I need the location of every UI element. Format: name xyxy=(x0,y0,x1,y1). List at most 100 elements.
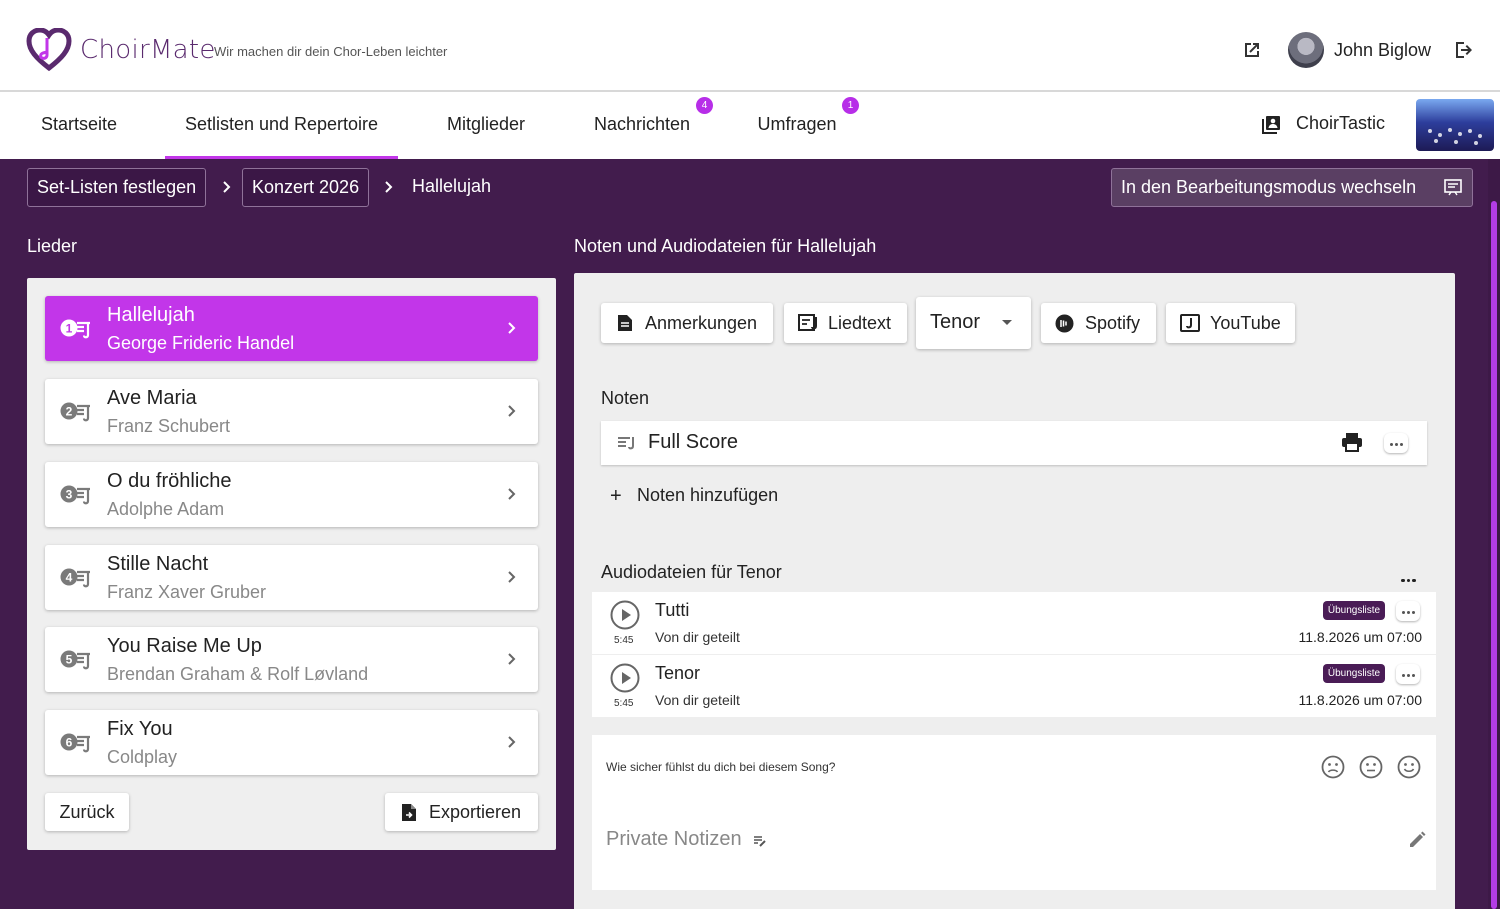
score-item[interactable]: Full Score xyxy=(601,421,1427,465)
lyrics-button[interactable]: Liedtext xyxy=(784,303,907,343)
spotify-label: Spotify xyxy=(1085,313,1141,333)
song-artist: Brendan Graham & Rolf Løvland xyxy=(107,664,369,684)
back-button[interactable]: Zurück xyxy=(45,793,129,831)
user-avatar[interactable] xyxy=(1288,32,1324,68)
tab-label: Umfragen xyxy=(757,114,837,134)
audio-more-button[interactable] xyxy=(1396,664,1420,684)
notes-button[interactable]: Anmerkungen xyxy=(601,303,773,343)
chevron-right-icon xyxy=(508,488,516,500)
file-export-icon xyxy=(402,804,416,821)
spotify-icon xyxy=(1055,314,1074,333)
songs-panel: 1 Hallelujah George Frideric Handel 2 Av… xyxy=(27,278,556,850)
messages-count-badge: 4 xyxy=(696,97,713,114)
audio-more-button[interactable] xyxy=(1396,601,1420,621)
confidence-card: Wie sicher fühlst du dich bei diesem Son… xyxy=(592,735,1436,890)
user-name[interactable]: John Biglow xyxy=(1334,40,1431,61)
notes-edit-icon xyxy=(754,836,766,847)
song-title: Fix You xyxy=(107,718,173,740)
song-number: 5 xyxy=(66,653,73,667)
song-number-icon: 5 xyxy=(60,650,90,670)
audio-name: Tenor xyxy=(655,663,701,683)
songs-section-title: Lieder xyxy=(27,236,78,256)
audio-item[interactable]: 5:45 Tenor Von dir geteilt Übungsliste 1… xyxy=(592,655,1436,717)
voice-selected: Tenor xyxy=(930,311,981,333)
song-item[interactable]: 4 Stille Nacht Franz Xaver Gruber xyxy=(45,545,538,610)
song-number-icon: 1 xyxy=(60,319,90,339)
youtube-button[interactable]: YouTube xyxy=(1166,303,1295,343)
practice-list-badge: Übungsliste xyxy=(1323,664,1385,683)
audio-shared-by: Von dir geteilt xyxy=(655,629,740,645)
spotify-button[interactable]: Spotify xyxy=(1041,303,1156,343)
song-item[interactable]: 6 Fix You Coldplay xyxy=(45,710,538,775)
song-number: 4 xyxy=(66,571,73,585)
scrollbar[interactable] xyxy=(1488,159,1500,909)
play-icon[interactable] xyxy=(610,663,640,693)
top-header: ChoirMate Wir machen dir dein Chor-Leben… xyxy=(0,0,1500,92)
tab-label: Mitglieder xyxy=(446,114,526,134)
polls-count-badge: 1 xyxy=(842,97,859,114)
breadcrumb-concert[interactable]: Konzert 2026 xyxy=(242,168,370,207)
tab-label: Startseite xyxy=(40,114,118,134)
tab-setlisten[interactable]: Setlisten und Repertoire xyxy=(165,94,398,159)
voice-select[interactable]: Tenor xyxy=(916,297,1031,349)
main-content: Set-Listen festlegen Konzert 2026 Hallel… xyxy=(0,159,1500,909)
app-tagline: Wir machen dir dein Chor-Leben leichter xyxy=(214,44,448,59)
choir-name[interactable]: ChoirTastic xyxy=(1296,113,1385,134)
sad-face-icon[interactable] xyxy=(1321,755,1345,779)
song-item[interactable]: 3 O du fröhliche Adolphe Adam xyxy=(45,462,538,527)
song-details-panel: Anmerkungen Liedtext Tenor Spotify YouTu… xyxy=(574,273,1455,909)
chevron-right-icon xyxy=(508,736,516,748)
tab-umfragen[interactable]: Umfragen xyxy=(746,94,848,159)
heart-logo-icon[interactable] xyxy=(26,28,72,72)
logout-icon[interactable] xyxy=(1452,38,1476,62)
choir-image[interactable] xyxy=(1416,99,1494,151)
song-title: Ave Maria xyxy=(107,387,197,409)
song-item[interactable]: 2 Ave Maria Franz Schubert xyxy=(45,379,538,444)
app-name[interactable]: ChoirMate xyxy=(80,35,216,65)
song-artist: Coldplay xyxy=(107,747,178,767)
tab-nachrichten[interactable]: Nachrichten xyxy=(582,94,702,159)
chevron-right-icon xyxy=(508,322,516,334)
youtube-icon xyxy=(1180,314,1200,332)
plus-icon: + xyxy=(610,485,622,507)
chevron-right-icon xyxy=(223,181,231,193)
external-link-icon[interactable] xyxy=(1240,38,1264,62)
song-title: You Raise Me Up xyxy=(107,635,262,657)
song-number: 6 xyxy=(66,736,73,750)
song-number-icon: 4 xyxy=(60,568,90,588)
practice-list-badge: Übungsliste xyxy=(1323,601,1385,620)
tab-mitglieder[interactable]: Mitglieder xyxy=(425,94,547,159)
audio-date: 11.8.2026 um 07:00 xyxy=(1298,629,1422,645)
audio-title: Audiodateien für Tenor xyxy=(601,562,782,582)
print-icon[interactable] xyxy=(1341,432,1363,452)
happy-face-icon[interactable] xyxy=(1397,755,1421,779)
audio-duration: 5:45 xyxy=(614,698,634,709)
document-icon xyxy=(618,315,632,331)
chevron-right-icon xyxy=(508,571,516,583)
edit-mode-button[interactable]: In den Bearbeitungsmodus wechseln xyxy=(1111,168,1473,207)
confidence-question: Wie sicher fühlst du dich bei diesem Son… xyxy=(606,760,836,774)
private-notes-label[interactable]: Private Notizen xyxy=(606,828,742,851)
add-score-label: Noten hinzufügen xyxy=(637,485,779,505)
breadcrumb-current: Hallelujah xyxy=(412,176,492,196)
lyrics-icon xyxy=(798,314,817,331)
play-icon[interactable] xyxy=(610,600,640,630)
chevron-right-icon xyxy=(508,653,516,665)
tab-startseite[interactable]: Startseite xyxy=(18,94,140,159)
audio-more-icon[interactable] xyxy=(1400,569,1417,587)
details-section-title: Noten und Audiodateien für Hallelujah xyxy=(574,236,877,256)
song-number-icon: 6 xyxy=(60,733,90,753)
song-item[interactable]: 1 Hallelujah George Frideric Handel xyxy=(45,296,538,361)
choir-switch-icon[interactable] xyxy=(1260,114,1282,136)
neutral-face-icon[interactable] xyxy=(1359,755,1383,779)
export-button[interactable]: Exportieren xyxy=(385,793,538,831)
song-item[interactable]: 5 You Raise Me Up Brendan Graham & Rolf … xyxy=(45,627,538,692)
song-title: O du fröhliche xyxy=(107,470,232,492)
song-number-icon: 3 xyxy=(60,485,90,505)
chevron-right-icon xyxy=(508,405,516,417)
pencil-icon[interactable] xyxy=(1408,831,1426,849)
audio-item[interactable]: 5:45 Tutti Von dir geteilt Übungsliste 1… xyxy=(592,592,1436,654)
breadcrumb-setlists[interactable]: Set-Listen festlegen xyxy=(27,168,207,207)
song-number: 1 xyxy=(66,322,73,336)
score-more-button[interactable] xyxy=(1384,433,1408,453)
